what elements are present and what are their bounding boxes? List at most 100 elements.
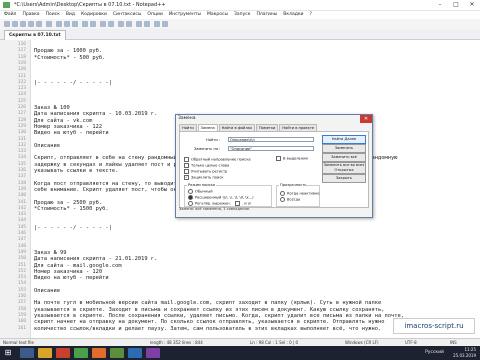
wrap-around-label: Зациклить поиск xyxy=(191,175,224,180)
macro-play-icon[interactable] xyxy=(162,21,168,27)
close-file-icon[interactable] xyxy=(36,21,42,27)
windows-start-icon[interactable]: ⊞ xyxy=(3,348,13,358)
backward-direction-checkbox[interactable]: Обратный направление поиска xyxy=(184,157,251,162)
dialog-close-button[interactable]: ✕ xyxy=(360,115,372,123)
taskbar-app-icon[interactable] xyxy=(128,348,142,358)
transparency-always-radio[interactable]: Всегда xyxy=(280,197,300,202)
dialog-tab-find[interactable]: Найти xyxy=(179,124,197,131)
dot-newline-label: . и \n xyxy=(242,201,252,206)
system-clock[interactable]: 11:25 25.03.2019 xyxy=(453,347,476,359)
menu-plugins[interactable]: Плагины xyxy=(256,11,277,19)
maximize-button[interactable]: □ xyxy=(448,0,464,10)
dot-newline-checkbox[interactable]: . и \n xyxy=(235,201,251,206)
replace-dialog: Замена ✕ Найти Замена Найти в файлах Пом… xyxy=(175,114,373,218)
taskbar: ⊞ Русский 11:25 25.03.2019 xyxy=(0,346,480,360)
document-tabs: Скрипты в 07.10.txt xyxy=(0,29,480,40)
find-icon[interactable] xyxy=(100,21,106,27)
taskbar-opera-icon[interactable] xyxy=(56,348,70,358)
zoom-out-icon[interactable] xyxy=(126,21,132,27)
replace-all-open-docs-button[interactable]: Заменить все во всех Открытых документах xyxy=(322,162,366,177)
print-icon[interactable] xyxy=(46,21,52,27)
close-dialog-button[interactable]: Закрыть xyxy=(322,174,366,183)
undo-icon[interactable] xyxy=(82,21,88,27)
new-file-icon[interactable] xyxy=(4,21,10,27)
taskbar-explorer-icon[interactable] xyxy=(20,348,34,358)
input-language[interactable]: Русский xyxy=(425,350,444,355)
taskbar-app-icon-2[interactable] xyxy=(146,348,160,358)
show-all-chars-icon[interactable] xyxy=(144,21,150,27)
taskbar-firefox-icon[interactable] xyxy=(92,348,106,358)
menu-bar: Файл Правка Поиск Вид Кодировки Синтакси… xyxy=(0,11,480,19)
dialog-tab-replace[interactable]: Замена xyxy=(197,124,218,131)
in-selection-checkbox[interactable]: В выделении xyxy=(276,156,308,161)
wrap-around-checkbox[interactable]: ✓ Зациклить поиск xyxy=(184,175,223,180)
mode-normal-label: Обычный xyxy=(195,189,213,194)
whole-word-checkbox[interactable]: Только целые слова xyxy=(184,163,229,168)
line-text: количество ссылок/вкладки и делает паузу… xyxy=(34,325,382,332)
dialog-title: Замена xyxy=(178,116,196,121)
window-title: *C:\Users\Admin\Desktop\Скрипты в 07.10.… xyxy=(14,2,166,8)
menu-language[interactable]: Синтаксисы xyxy=(113,11,142,19)
wrap-icon[interactable] xyxy=(136,21,142,27)
menu-help[interactable]: ? xyxy=(309,11,311,19)
clock-date: 25.03.2019 xyxy=(453,353,476,358)
site-watermark: imacros-script.ru xyxy=(393,318,475,334)
transparency-group: Прозрачность Когда неактивно Всегда xyxy=(276,183,320,207)
tab-document[interactable]: Скрипты в 07.10.txt xyxy=(4,30,66,40)
dialog-tab-find-in-files[interactable]: Найти в файлах xyxy=(218,124,255,131)
transparency-inactive-label: Когда неактивно xyxy=(287,191,320,196)
save-all-icon[interactable] xyxy=(28,21,34,27)
dialog-tab-mark[interactable]: Пометки xyxy=(255,124,279,131)
menu-window[interactable]: Вкладки xyxy=(283,11,303,19)
find-label: Найти : xyxy=(206,138,221,142)
menu-search[interactable]: Поиск xyxy=(46,11,60,19)
whole-word-label: Только целые слова xyxy=(191,163,230,168)
menu-settings[interactable]: Опции xyxy=(147,11,162,19)
menu-macro[interactable]: Макросы xyxy=(207,11,228,19)
copy-icon[interactable] xyxy=(64,21,70,27)
dialog-status-message: Замена: всё заменено, 1 совпадение. xyxy=(179,207,251,211)
menu-encoding[interactable]: Кодировки xyxy=(81,11,107,19)
replace-icon[interactable] xyxy=(108,21,114,27)
match-case-label: Учитывать регистр xyxy=(191,169,228,174)
cut-icon[interactable] xyxy=(56,21,62,27)
title-bar: *C:\Users\Admin\Desktop\Скрипты в 07.10.… xyxy=(0,0,480,11)
menu-file[interactable]: Файл xyxy=(4,11,16,19)
mode-regex-radio[interactable]: Регуляр. выражен. xyxy=(188,201,231,206)
taskbar-notepadpp-icon[interactable] xyxy=(110,348,124,358)
replace-label: Заменить на : xyxy=(194,147,221,151)
paste-icon[interactable] xyxy=(72,21,78,27)
menu-run[interactable]: Запуск xyxy=(234,11,250,19)
search-mode-label: Режим поиска xyxy=(187,183,217,187)
taskbar-chrome-icon[interactable] xyxy=(74,348,88,358)
redo-icon[interactable] xyxy=(90,21,96,27)
close-window-button[interactable]: ✕ xyxy=(464,0,480,10)
notepadpp-app-icon xyxy=(3,2,10,8)
open-file-icon[interactable] xyxy=(12,21,18,27)
notepad-window: *C:\Users\Admin\Desktop\Скрипты в 07.10.… xyxy=(0,0,480,360)
menu-view[interactable]: Вид xyxy=(66,11,75,19)
replace-all-button[interactable]: Заменить всё xyxy=(322,153,366,162)
find-next-button[interactable]: Найти Далее xyxy=(322,135,366,144)
minimize-button[interactable]: – xyxy=(432,0,448,10)
replace-button[interactable]: Заменить xyxy=(322,144,366,153)
menu-tools[interactable]: Инструменты xyxy=(169,11,201,19)
find-input[interactable]: Описание\r\n xyxy=(228,137,314,142)
mode-regex-label: Регуляр. выражен. xyxy=(195,201,231,206)
backward-direction-label: Обратный направление поиска xyxy=(191,157,251,162)
taskbar-folder-icon[interactable] xyxy=(38,348,52,358)
line-number: 161 xyxy=(17,325,26,331)
replace-panel: Найти : Описание\r\n Заменить на : "Опис… xyxy=(179,131,369,208)
zoom-in-icon[interactable] xyxy=(118,21,124,27)
dialog-tabs: Найти Замена Найти в файлах Пометки Найт… xyxy=(179,124,317,131)
macro-record-icon[interactable] xyxy=(154,21,160,27)
match-case-checkbox[interactable]: Учитывать регистр xyxy=(184,169,227,174)
dialog-tab-find-in-project[interactable]: Найти в проекте xyxy=(279,124,317,131)
replace-input[interactable]: "Описание" xyxy=(228,146,314,151)
search-mode-group: Режим поиска Обычный Расширенный (\n, \r… xyxy=(184,183,272,207)
save-icon[interactable] xyxy=(20,21,26,27)
mode-normal-radio[interactable]: Обычный xyxy=(188,189,213,194)
mode-extended-radio[interactable]: Расширенный (\n, \r, \t, \0, \x...) xyxy=(188,195,253,200)
transparency-inactive-radio[interactable]: Когда неактивно xyxy=(280,191,320,196)
menu-edit[interactable]: Правка xyxy=(22,11,39,19)
